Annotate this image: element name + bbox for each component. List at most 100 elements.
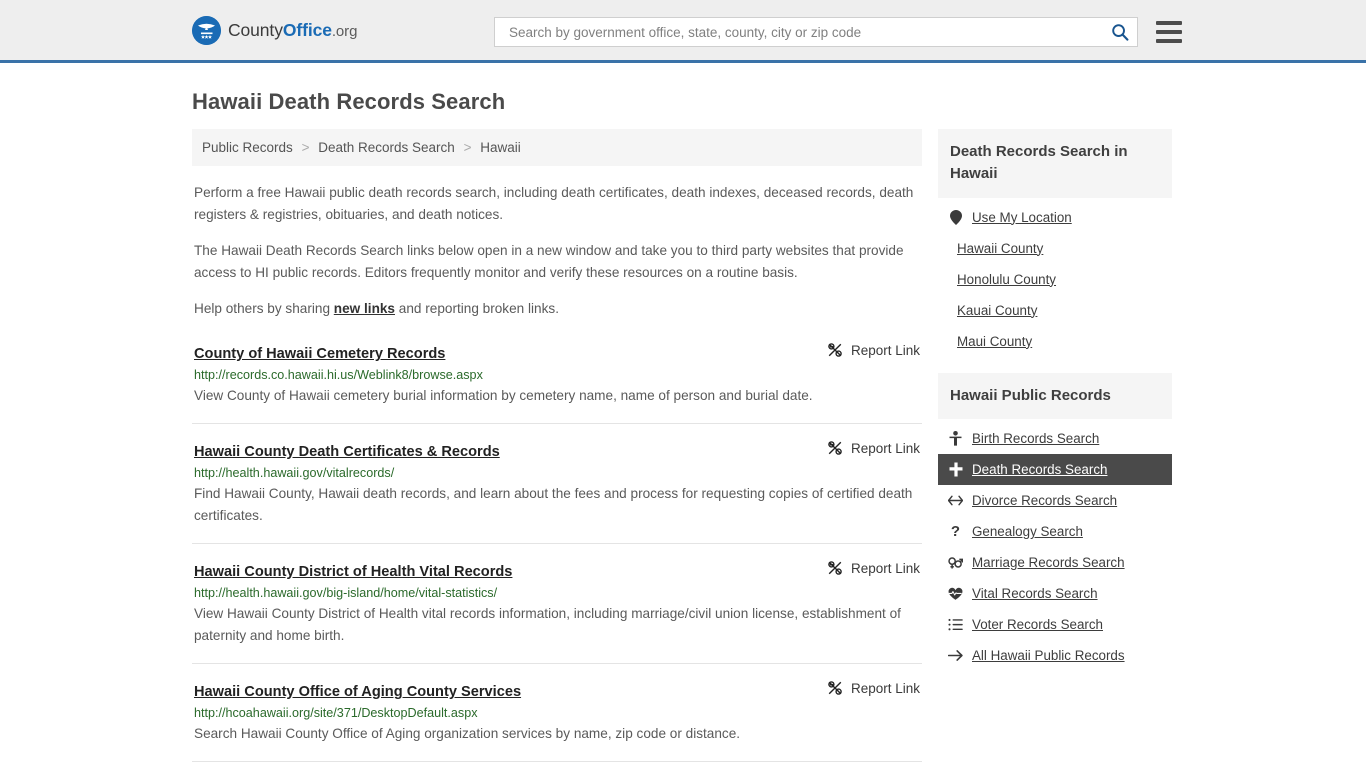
result-description: View Hawaii County District of Health vi…: [194, 606, 901, 644]
broken-link-icon: [827, 680, 843, 696]
sidebar-item-label[interactable]: Voter Records Search: [972, 617, 1103, 632]
result-description: Search Hawaii County Office of Aging org…: [194, 726, 741, 742]
breadcrumb-item-0[interactable]: Public Records: [202, 140, 293, 155]
map-pin-icon: [948, 209, 963, 225]
site-header: CountyOffice.org: [0, 0, 1366, 63]
broken-link-icon: [827, 560, 843, 576]
breadcrumb-item-2[interactable]: Hawaii: [480, 140, 521, 155]
result-title-link[interactable]: Hawaii County District of Health Vital R…: [194, 564, 512, 580]
hamburger-menu-icon[interactable]: [1156, 21, 1182, 43]
search-input[interactable]: [507, 23, 1107, 41]
heartbeat-icon: [948, 586, 963, 601]
report-link-button[interactable]: Report Link: [827, 680, 920, 696]
sidebar-item-voter-records-search[interactable]: Voter Records Search: [938, 609, 1172, 640]
sidebar-item-label[interactable]: All Hawaii Public Records: [972, 648, 1125, 663]
eagle-badge-icon: [192, 15, 221, 45]
main-column: Public Records > Death Records Search > …: [192, 129, 922, 768]
breadcrumb-separator-0: >: [301, 140, 310, 155]
report-link-label: Report Link: [850, 680, 920, 696]
sidebar-item-kauai-county[interactable]: Kauai County: [938, 295, 1172, 326]
sidebar-item-label[interactable]: Birth Records Search: [972, 431, 1099, 446]
result-header: Hawaii County Death Certificates & Recor…: [194, 440, 920, 461]
logo-text-office: Office: [282, 19, 332, 40]
report-link-label: Report Link: [850, 440, 920, 456]
sidebar-item-label[interactable]: Vital Records Search: [972, 586, 1098, 601]
intro-p3-before: Help others by sharing: [194, 301, 334, 317]
report-link-button[interactable]: Report Link: [827, 342, 920, 358]
report-link-button[interactable]: Report Link: [827, 440, 920, 456]
header-search-zone: [494, 17, 1182, 47]
sidebar-item-label[interactable]: Genealogy Search: [972, 524, 1083, 539]
hamburger-bar-1: [1156, 21, 1182, 25]
result-item: Hawaii County Office of Aging County Ser…: [192, 680, 922, 763]
question-mark-icon: ?: [950, 523, 961, 541]
intro-paragraph-1: Perform a free Hawaii public death recor…: [194, 185, 914, 223]
sidebar-item-hawaii-county[interactable]: Hawaii County: [938, 233, 1172, 264]
sidebar-item-label[interactable]: Death Records Search: [972, 462, 1107, 477]
logo-wordmark: CountyOffice.org: [228, 20, 357, 41]
result-url[interactable]: http://records.co.hawaii.hi.us/Weblink8/…: [194, 368, 920, 382]
sidebar-item-label[interactable]: Hawaii County: [957, 241, 1043, 256]
results-list: County of Hawaii Cemetery Records Report …: [192, 342, 922, 768]
sidebar-item-label[interactable]: Maui County: [957, 334, 1032, 349]
sidebar-item-genealogy-search[interactable]: ? Genealogy Search: [938, 516, 1172, 547]
new-links-link[interactable]: new links: [334, 301, 395, 316]
breadcrumb-item-1[interactable]: Death Records Search: [318, 140, 455, 155]
intro-paragraph-3: Help others by sharing new links and rep…: [192, 298, 922, 320]
sidebar-item-maui-county[interactable]: Maui County: [938, 326, 1172, 357]
site-logo[interactable]: CountyOffice.org: [192, 15, 357, 45]
sidebar-heading-locations: Death Records Search in Hawaii: [938, 129, 1172, 198]
sidebar-item-marriage-records-search[interactable]: Marriage Records Search: [938, 547, 1172, 578]
intro-paragraph-2: The Hawaii Death Records Search links be…: [194, 243, 904, 281]
sidebar-item-label[interactable]: Divorce Records Search: [972, 493, 1117, 508]
broken-link-icon: [827, 342, 843, 358]
sidebar-item-divorce-records-search[interactable]: Divorce Records Search: [938, 485, 1172, 516]
sidebar-card-locations: Death Records Search in Hawaii Use My Lo…: [938, 129, 1172, 357]
sidebar-item-use-my-location[interactable]: Use My Location: [938, 202, 1172, 233]
sidebar-item-label[interactable]: Marriage Records Search: [972, 555, 1125, 570]
sidebar-item-death-records-search[interactable]: Death Records Search: [938, 454, 1172, 486]
result-title-link[interactable]: County of Hawaii Cemetery Records: [194, 346, 445, 362]
arrow-right-icon: [948, 648, 963, 663]
venus-mars-icon: [948, 555, 963, 570]
result-header: County of Hawaii Cemetery Records Report …: [194, 342, 920, 363]
search-box[interactable]: [494, 17, 1138, 47]
content-columns: Public Records > Death Records Search > …: [192, 129, 1174, 768]
broken-link-icon: [827, 440, 843, 456]
sidebar-location-list: Use My Location Hawaii County Honolulu Cou…: [938, 198, 1172, 357]
result-header: Hawaii County District of Health Vital R…: [194, 560, 920, 581]
sidebar-item-all-hawaii-public-records[interactable]: All Hawaii Public Records: [938, 640, 1172, 671]
logo-text-org: .org: [331, 22, 358, 40]
result-title-link[interactable]: Hawaii County Office of Aging County Ser…: [194, 684, 521, 700]
result-url[interactable]: http://health.hawaii.gov/big-island/home…: [194, 586, 920, 600]
result-header: Hawaii County Office of Aging County Ser…: [194, 680, 920, 701]
sidebar-item-label[interactable]: Honolulu County: [957, 272, 1056, 287]
report-link-label: Report Link: [850, 342, 920, 358]
ordered-list-icon: [948, 617, 963, 632]
cross-icon: [948, 462, 963, 477]
result-title-link[interactable]: Hawaii County Death Certificates & Recor…: [194, 444, 500, 460]
sidebar-item-birth-records-search[interactable]: Birth Records Search: [938, 423, 1172, 454]
result-url[interactable]: http://hcoahawaii.org/site/371/DesktopDe…: [194, 706, 920, 720]
report-link-button[interactable]: Report Link: [827, 560, 920, 576]
sidebar-card-public-records: Hawaii Public Records Birth Records Sear…: [938, 372, 1172, 672]
sidebar-heading-public-records: Hawaii Public Records: [938, 372, 1172, 420]
page-title: Hawaii Death Records Search: [192, 89, 506, 114]
result-item: Hawaii County Death Certificates & Recor…: [192, 440, 922, 545]
baby-icon: [948, 431, 963, 446]
sidebar-item-label[interactable]: Use My Location: [972, 210, 1072, 225]
page-container: Hawaii Death Records Search Public Recor…: [0, 89, 1366, 768]
sidebar-item-label[interactable]: Kauai County: [957, 303, 1037, 318]
breadcrumb: Public Records > Death Records Search > …: [192, 129, 922, 166]
sidebar: Death Records Search in Hawaii Use My Lo…: [938, 129, 1172, 687]
breadcrumb-separator-1: >: [463, 140, 472, 155]
hamburger-bar-3: [1156, 39, 1182, 43]
result-url[interactable]: http://health.hawaii.gov/vitalrecords/: [194, 466, 920, 480]
result-item: County of Hawaii Cemetery Records Report …: [192, 342, 922, 425]
sidebar-records-list: Birth Records Search Death Records Search…: [938, 419, 1172, 671]
double-arrow-icon: [948, 493, 963, 508]
logo-text-county: County: [228, 19, 283, 40]
sidebar-item-vital-records-search[interactable]: Vital Records Search: [938, 578, 1172, 609]
search-icon[interactable]: [1111, 23, 1129, 41]
sidebar-item-honolulu-county[interactable]: Honolulu County: [938, 264, 1172, 295]
